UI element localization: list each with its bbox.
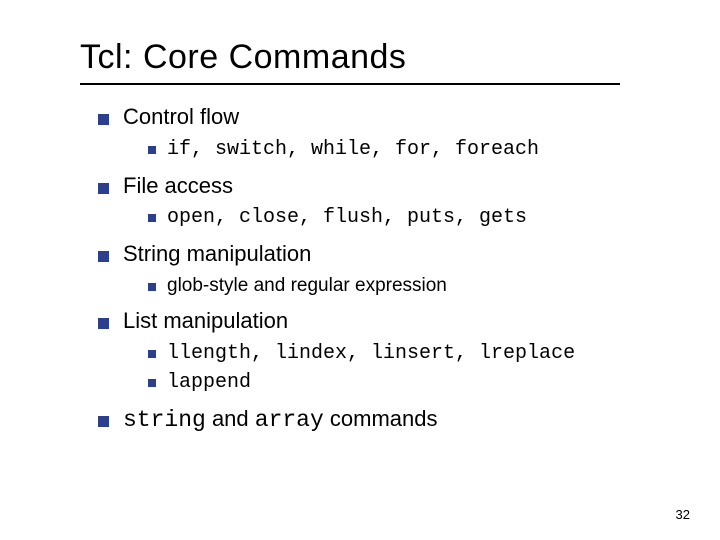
bullet-file-access: File access — [98, 172, 670, 200]
bullet-text: Control flow — [123, 103, 239, 131]
bullet-control-flow: Control flow — [98, 103, 670, 131]
subbullet-control-flow: if, switch, while, for, foreach — [148, 137, 670, 162]
subbullet-text: lappend — [167, 370, 251, 395]
subbullet-list-manip-2: lappend — [148, 370, 670, 395]
subbullet-text: if, switch, while, for, foreach — [167, 137, 539, 162]
bullet-list-manip: List manipulation — [98, 307, 670, 335]
bullet-string-array-cmds: string and array commands — [98, 405, 670, 435]
title-rule — [80, 83, 620, 85]
bullet-icon — [148, 379, 156, 387]
bullet-icon — [148, 146, 156, 154]
slide: Tcl: Core Commands Control flow if, swit… — [0, 0, 720, 540]
subbullet-file-access: open, close, flush, puts, gets — [148, 205, 670, 230]
bullet-icon — [98, 318, 109, 329]
bullet-string-manip: String manipulation — [98, 240, 670, 268]
bullet-text: File access — [123, 172, 233, 200]
page-number: 32 — [676, 507, 690, 522]
subbullet-text: glob-style and regular expression — [167, 274, 447, 298]
bullet-icon — [98, 251, 109, 262]
bullet-icon — [148, 350, 156, 358]
kw-string: string — [123, 407, 206, 433]
bullet-text: string and array commands — [123, 405, 438, 435]
bullet-icon — [98, 416, 109, 427]
subbullet-text: llength, lindex, linsert, lreplace — [167, 341, 575, 366]
kw-array: array — [255, 407, 324, 433]
slide-title: Tcl: Core Commands — [80, 38, 670, 77]
bullet-icon — [148, 283, 156, 291]
bullet-text: List manipulation — [123, 307, 288, 335]
txt-and: and — [206, 406, 255, 431]
subbullet-list-manip-1: llength, lindex, linsert, lreplace — [148, 341, 670, 366]
bullet-text: String manipulation — [123, 240, 311, 268]
txt-commands: commands — [324, 406, 438, 431]
subbullet-string-manip: glob-style and regular expression — [148, 274, 670, 298]
bullet-icon — [98, 183, 109, 194]
bullet-icon — [148, 214, 156, 222]
bullet-icon — [98, 114, 109, 125]
subbullet-text: open, close, flush, puts, gets — [167, 205, 527, 230]
